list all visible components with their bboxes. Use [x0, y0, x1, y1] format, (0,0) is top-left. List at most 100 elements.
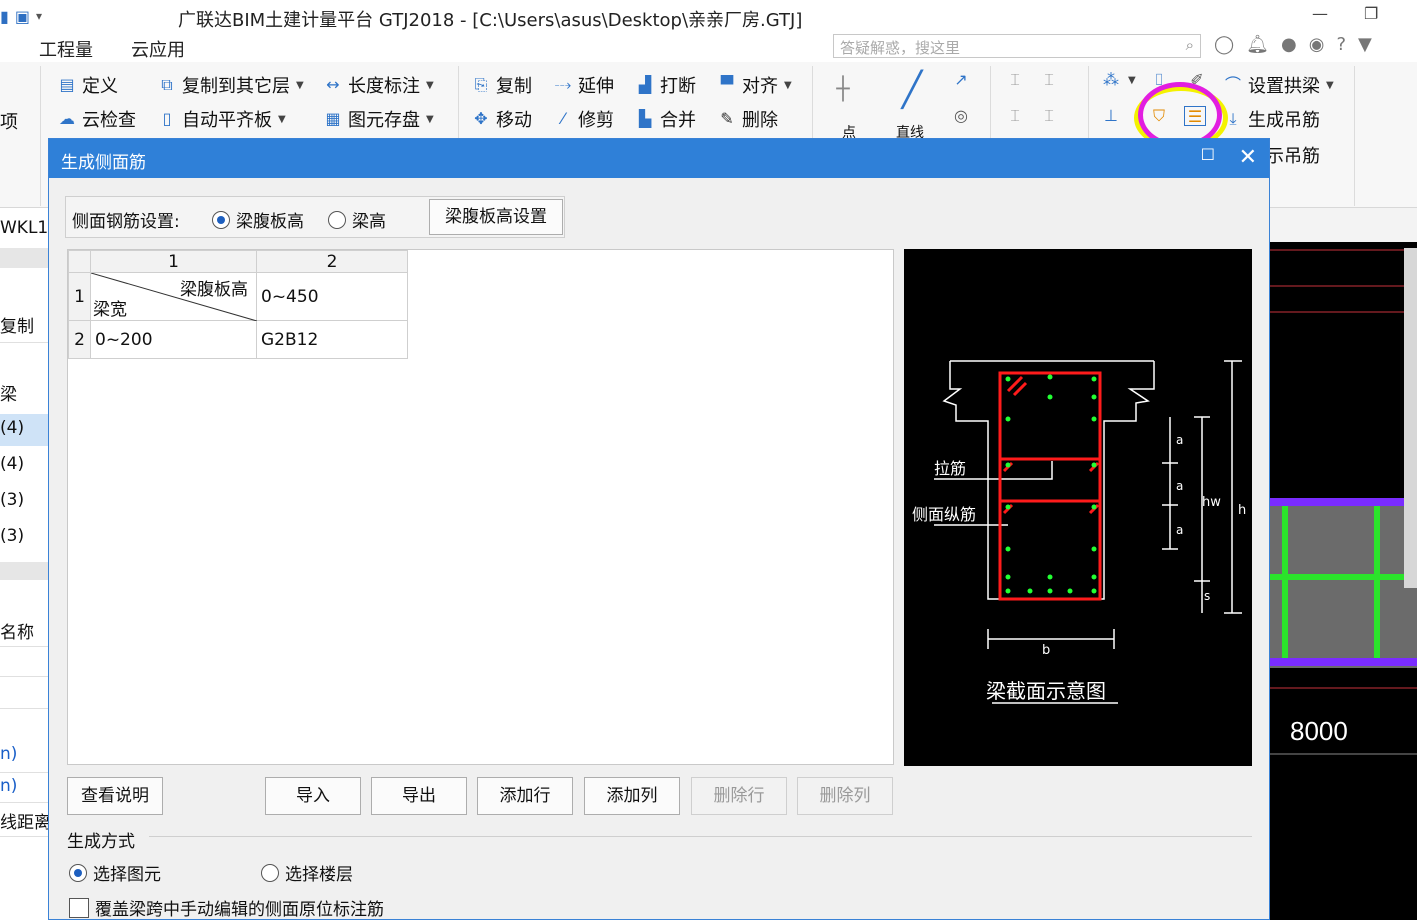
crosshair-icon: ┼ [836, 77, 850, 102]
delete-button[interactable]: ✎ 删除 [716, 106, 778, 132]
group-divider [149, 836, 1252, 837]
close-icon[interactable]: ✕ [1239, 145, 1257, 170]
shirt-icon[interactable]: ▼ [1358, 34, 1372, 55]
merge-button[interactable]: ▙ 合并 [634, 106, 696, 132]
beam-icon: ⌶ [1010, 106, 1020, 125]
tree-item-beam[interactable]: 梁 [0, 380, 17, 405]
auto-align-slab-button[interactable]: ▯ 自动平齐板 ▼ [156, 106, 286, 132]
support-icon: ⊥ [1104, 106, 1118, 125]
delete-row-button: 删除行 [691, 777, 787, 815]
web-height-header-cell[interactable]: 0~450 [256, 272, 408, 321]
col-header-2[interactable]: 2 [256, 250, 408, 273]
web-height-settings-button[interactable]: 梁腹板高设置 [429, 199, 563, 235]
help-icon[interactable]: ? [1336, 34, 1346, 55]
merge-icon: ▙ [638, 109, 652, 128]
restore-icon[interactable]: ❐ [1364, 4, 1378, 23]
radio-select-floor[interactable]: 选择楼层 [261, 860, 353, 885]
customize-icon[interactable]: ▾ [36, 9, 42, 23]
radio-beam-height[interactable]: 梁高 [328, 207, 386, 232]
copy-layer-icon: ⧉ [161, 75, 173, 94]
move-button[interactable]: ✥ 移动 [470, 106, 532, 132]
row-number-1[interactable]: 1 [68, 272, 91, 321]
radio-select-element[interactable]: 选择图元 [69, 860, 161, 885]
quick-access-icon[interactable]: ▮ [0, 7, 9, 26]
minimize-icon[interactable]: — [1312, 4, 1328, 23]
grid-tool[interactable]: ⁂ ▼ [1100, 70, 1136, 90]
show-hanger-button[interactable]: 示吊筋 [1266, 142, 1320, 168]
beam-width-cell[interactable]: 0~200 [90, 320, 257, 359]
save-icon[interactable]: ▣ [15, 7, 30, 26]
set-arch-beam-button[interactable]: ⌒ 设置拱梁 ▼ [1222, 72, 1334, 98]
beam-icon: ⌶ [1044, 70, 1054, 89]
copy-button[interactable]: ⎘ 复制 [470, 72, 532, 98]
copy-partial[interactable]: 复制 [0, 312, 34, 337]
tree-item-1[interactable]: (4) [0, 414, 48, 446]
add-column-button[interactable]: 添加列 [584, 777, 680, 815]
line-tool[interactable]: ╱ [892, 70, 932, 110]
search-icon[interactable]: ⌕ [1186, 36, 1194, 54]
beam-tool-4: ⌶ [1038, 106, 1060, 126]
element-save-button[interactable]: ▦ 图元存盘 ▼ [322, 106, 433, 132]
define-button[interactable]: ▤ 定义 [56, 72, 118, 98]
export-button[interactable]: 导出 [371, 777, 467, 815]
menu-quantity[interactable]: 工程量 [39, 36, 93, 62]
col-header-1[interactable]: 1 [90, 250, 257, 273]
corner-cell: 梁腹板高 梁宽 [90, 272, 257, 321]
element-save-icon: ▦ [325, 109, 341, 128]
break-icon: ▟ [638, 75, 652, 94]
move-icon: ✥ [474, 109, 488, 128]
align-button[interactable]: ▀ 对齐 ▼ [716, 72, 792, 98]
property-name-header: 名称 [0, 623, 34, 643]
trim-icon: ⁄ [561, 109, 565, 128]
support-tool[interactable]: ⊥ [1100, 106, 1122, 126]
maximize-icon[interactable]: ☐ [1201, 145, 1215, 164]
gen-hanger-button[interactable]: ⤓ 生成吊筋 [1222, 106, 1320, 132]
dim-hw: hw [1202, 495, 1221, 510]
element-tab[interactable]: WKL1( [0, 218, 48, 238]
generation-mode-label: 生成方式 [67, 832, 135, 852]
add-row-button[interactable]: 添加行 [477, 777, 573, 815]
dimension-icon: ↔ [326, 75, 340, 94]
cloud-check-icon: ☁ [59, 109, 75, 128]
drawing-canvas[interactable]: 8000 [1268, 208, 1417, 920]
circle-icon: ◎ [954, 106, 968, 125]
rebar-table-area: 1 2 1 梁腹板高 梁宽 0~450 2 0~200 G2B12 [67, 249, 894, 765]
beam-tool-2: ⌶ [1038, 70, 1060, 90]
length-dim-button[interactable]: ↔ 长度标注 ▼ [322, 72, 433, 98]
tree-item-4[interactable]: (3) [0, 526, 24, 546]
import-button[interactable]: 导入 [265, 777, 361, 815]
tree-item-2[interactable]: (4) [0, 454, 24, 474]
copy-to-layer-button[interactable]: ⧉ 复制到其它层 ▼ [156, 72, 303, 98]
corner-bottom-label: 梁宽 [93, 300, 127, 320]
ribbon-partial-options[interactable]: 项 [0, 108, 18, 134]
menu-cloud-apps[interactable]: 云应用 [131, 36, 185, 62]
app-window: ▮ ▣ ▾ 广联达BIM土建计量平台 GTJ2018 - [C:\Users\a… [0, 0, 1417, 920]
quick-access: ▮ ▣ ▾ [0, 4, 42, 28]
bell-icon[interactable]: 🔔︎ [1246, 34, 1269, 55]
cloud-check-button[interactable]: ☁ 云检查 [56, 106, 136, 132]
service-icon[interactable]: ◉ [1309, 34, 1325, 55]
extend-button[interactable]: ⤏ 延伸 [552, 72, 614, 98]
search-input[interactable]: 答疑解惑，搜这里 ⌕ [833, 34, 1201, 58]
rebar-value-cell[interactable]: G2B12 [256, 320, 408, 359]
dialog-title-bar[interactable]: 生成侧面筋 ☐ ✕ [49, 139, 1269, 178]
property-row-1[interactable]: n) [0, 744, 17, 764]
break-button[interactable]: ▟ 打断 [634, 72, 696, 98]
overwrite-checkbox[interactable]: 覆盖梁跨中手动编辑的侧面原位标注筋 [69, 895, 384, 920]
align-icon: ▀ [720, 75, 734, 94]
row-number-2[interactable]: 2 [68, 320, 91, 359]
circle-tool[interactable]: ◎ [950, 106, 972, 126]
arc-tool[interactable]: ↗ [950, 70, 972, 90]
user-icon[interactable]: ◯ [1214, 34, 1234, 55]
checkbox-unchecked-icon [69, 897, 89, 918]
tree-item-3[interactable]: (3) [0, 490, 24, 510]
radio-web-height[interactable]: 梁腹板高 [212, 207, 304, 232]
property-row-distance[interactable]: 线距离 [0, 808, 48, 833]
chat-icon[interactable]: ● [1281, 34, 1297, 55]
point-tool[interactable]: ┼ [832, 77, 854, 102]
property-row-2[interactable]: n) [0, 776, 17, 796]
schematic-caption: 梁截面示意图 [986, 679, 1106, 703]
dim-a-3: a [1176, 523, 1184, 537]
trim-button[interactable]: ⁄ 修剪 [552, 106, 614, 132]
view-description-button[interactable]: 查看说明 [67, 777, 163, 815]
